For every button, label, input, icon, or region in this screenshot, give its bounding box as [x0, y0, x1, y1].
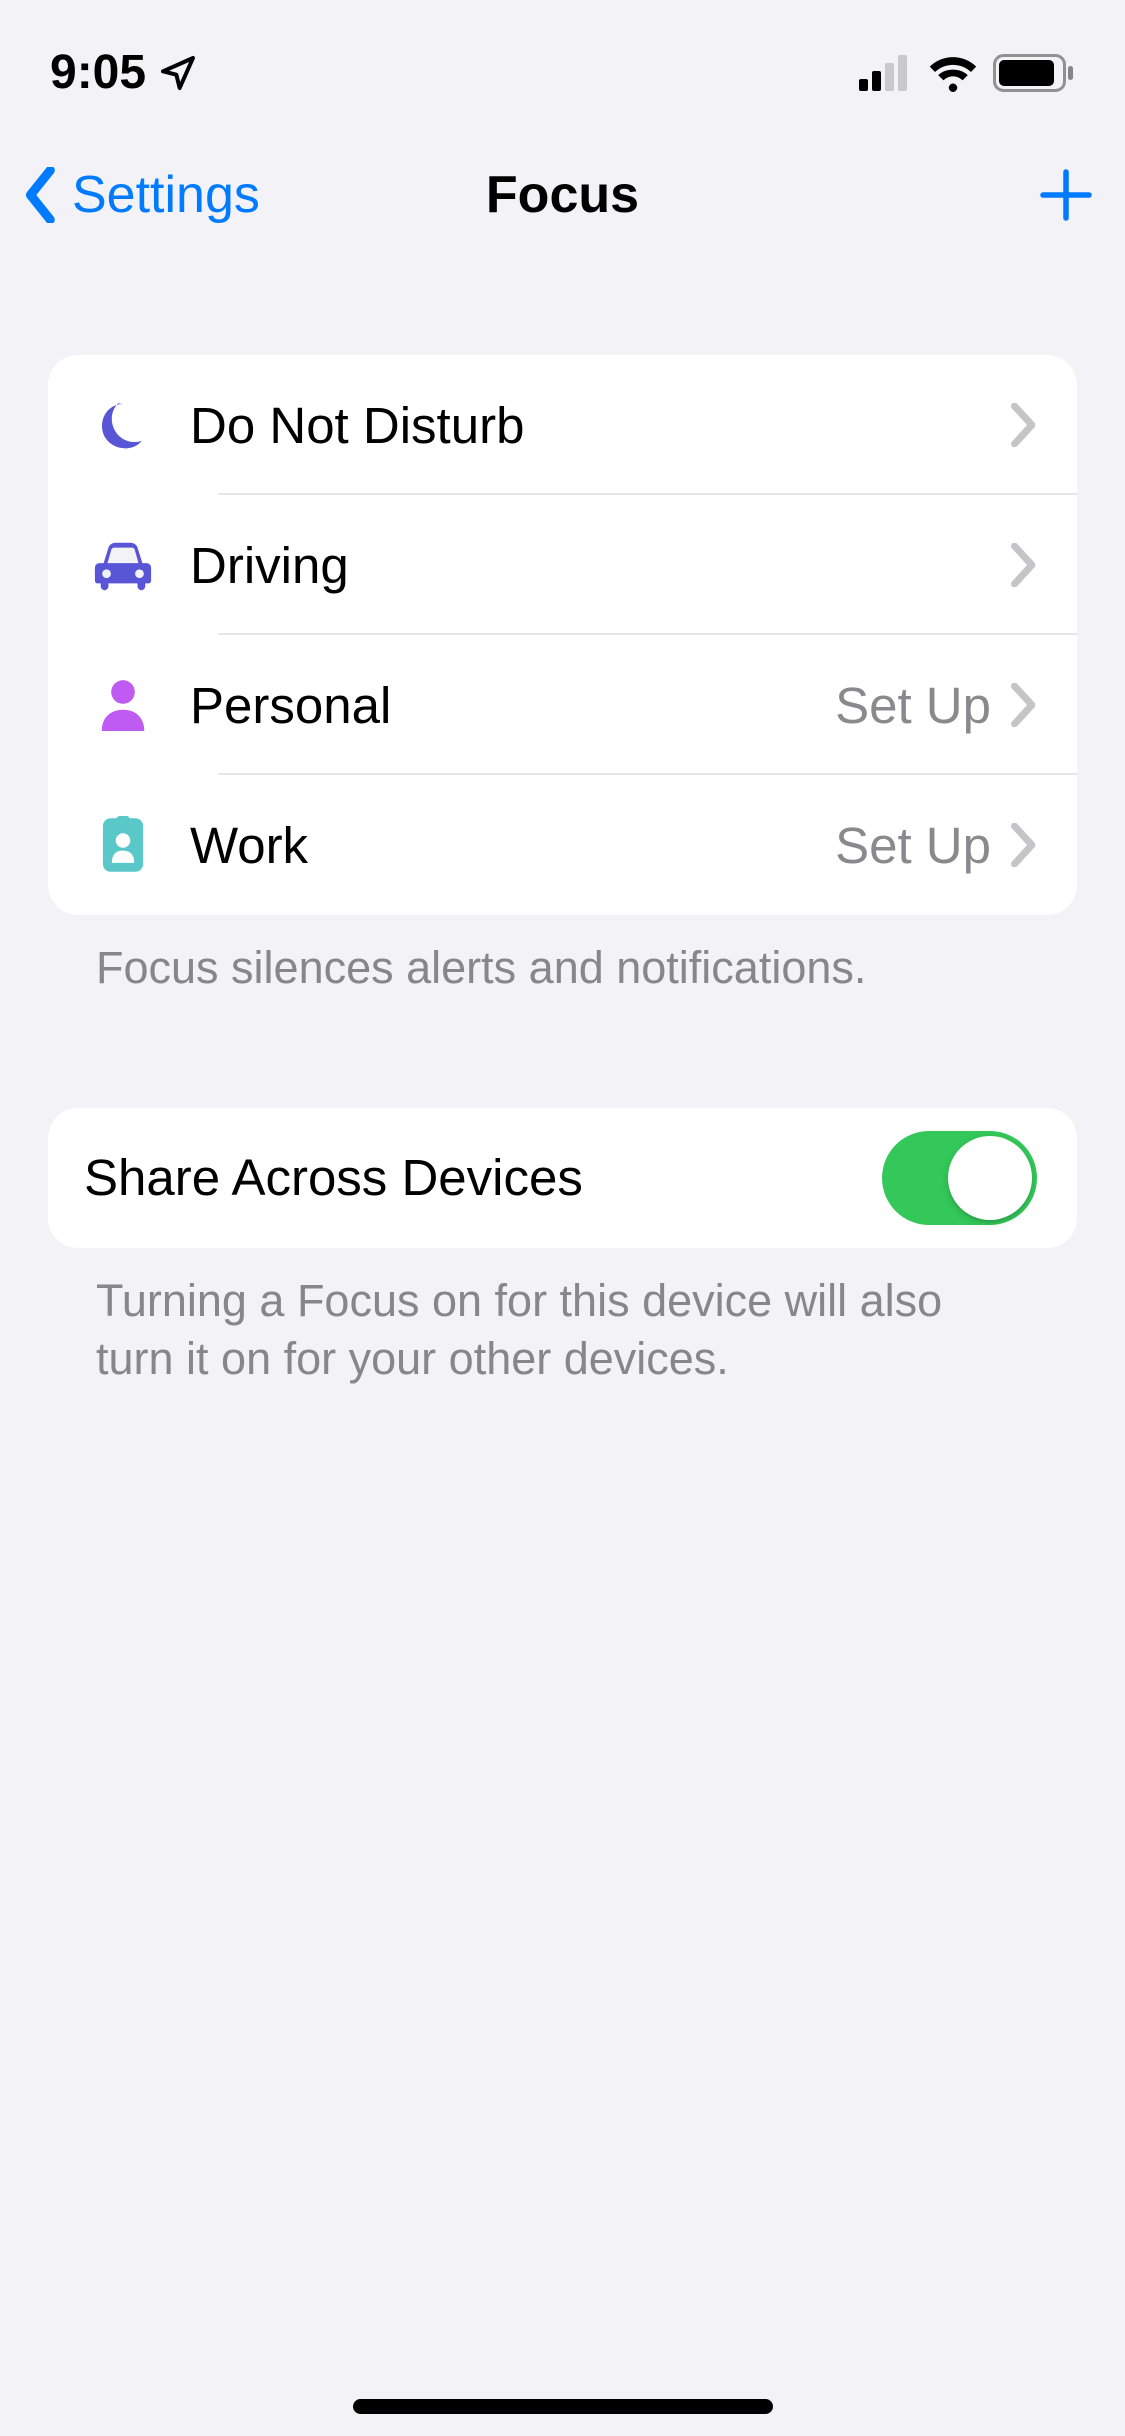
page-title: Focus [486, 166, 639, 224]
cellular-icon [859, 55, 913, 91]
focus-row-personal[interactable]: Personal Set Up [48, 635, 1077, 775]
chevron-left-icon [22, 167, 62, 223]
chevron-right-icon [1011, 543, 1037, 587]
plus-icon [1037, 166, 1095, 224]
focus-list-footer: Focus silences alerts and notifications. [48, 915, 1077, 998]
icon-slot [78, 816, 168, 874]
icon-slot [78, 539, 168, 591]
car-icon [92, 539, 154, 591]
nav-bar: Settings Focus [0, 130, 1125, 260]
row-label: Share Across Devices [78, 1148, 882, 1207]
chevron-right-icon [1011, 823, 1037, 867]
focus-row-driving[interactable]: Driving [48, 495, 1077, 635]
share-footer: Turning a Focus on for this device will … [48, 1248, 1077, 1389]
battery-icon [993, 54, 1075, 92]
focus-row-work[interactable]: Work Set Up [48, 775, 1077, 915]
home-indicator[interactable] [353, 2399, 773, 2414]
row-label: Do Not Disturb [168, 396, 991, 455]
icon-slot [78, 397, 168, 453]
row-detail: Set Up [835, 676, 1011, 735]
back-button[interactable]: Settings [22, 165, 272, 225]
row-detail: Set Up [835, 816, 1011, 875]
share-group: Share Across Devices [48, 1108, 1077, 1248]
switch-knob [948, 1136, 1032, 1220]
person-icon [99, 679, 147, 731]
content: Do Not Disturb Driving [0, 260, 1125, 1389]
focus-list-group: Do Not Disturb Driving [48, 355, 1077, 915]
chevron-right-icon [1011, 403, 1037, 447]
moon-icon [95, 397, 151, 453]
chevron-right-icon [1011, 683, 1037, 727]
status-bar: 9:05 [0, 0, 1125, 130]
back-label: Settings [72, 165, 260, 225]
status-time: 9:05 [50, 45, 146, 100]
status-right [859, 54, 1075, 92]
row-label: Work [168, 816, 835, 875]
share-across-devices-switch[interactable] [882, 1131, 1037, 1225]
badge-icon [100, 816, 146, 874]
row-label: Driving [168, 536, 991, 595]
location-icon [158, 53, 198, 93]
wifi-icon [927, 54, 979, 92]
row-label: Personal [168, 676, 835, 735]
add-button[interactable] [1015, 166, 1095, 224]
icon-slot [78, 679, 168, 731]
status-left: 9:05 [50, 45, 198, 100]
share-across-devices-row: Share Across Devices [48, 1108, 1077, 1248]
focus-row-do-not-disturb[interactable]: Do Not Disturb [48, 355, 1077, 495]
